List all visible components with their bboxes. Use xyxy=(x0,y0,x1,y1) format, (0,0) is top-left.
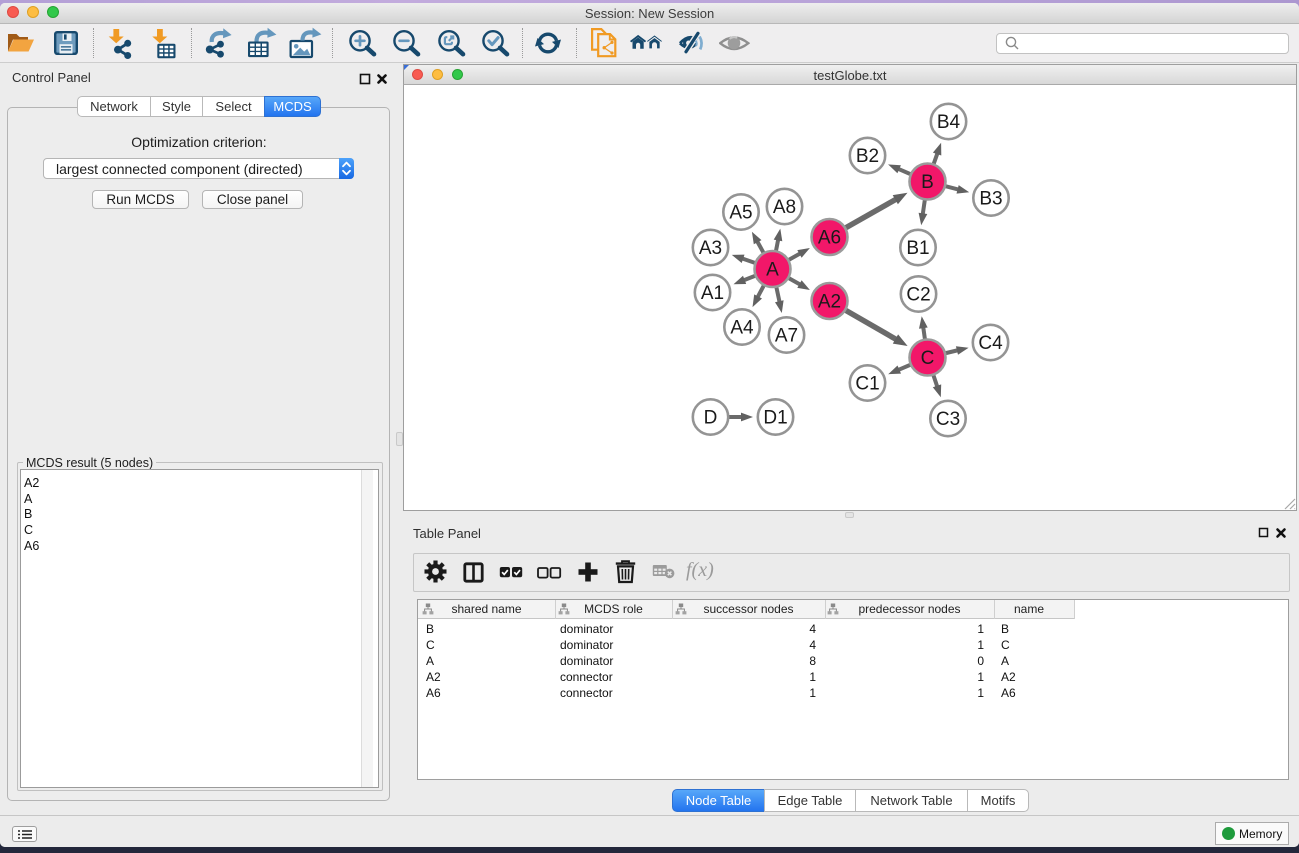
svg-text:D: D xyxy=(704,408,718,429)
svg-text:A7: A7 xyxy=(775,326,798,347)
svg-text:B: B xyxy=(921,172,934,193)
svg-text:A3: A3 xyxy=(699,238,722,259)
svg-text:B3: B3 xyxy=(979,189,1002,210)
svg-text:C3: C3 xyxy=(936,409,960,430)
svg-text:A2: A2 xyxy=(818,292,841,313)
svg-text:C: C xyxy=(921,348,935,369)
svg-text:C4: C4 xyxy=(978,333,1003,354)
svg-text:A6: A6 xyxy=(818,228,841,249)
svg-text:C1: C1 xyxy=(855,374,879,395)
svg-text:A5: A5 xyxy=(729,203,752,224)
svg-text:D1: D1 xyxy=(763,408,787,429)
svg-text:C2: C2 xyxy=(906,285,930,306)
svg-text:B1: B1 xyxy=(906,238,929,259)
svg-text:A: A xyxy=(766,260,779,281)
svg-text:A1: A1 xyxy=(701,283,724,304)
svg-text:A4: A4 xyxy=(730,318,754,339)
svg-text:B2: B2 xyxy=(856,146,879,167)
svg-text:A8: A8 xyxy=(773,197,796,218)
svg-text:B4: B4 xyxy=(937,112,961,133)
